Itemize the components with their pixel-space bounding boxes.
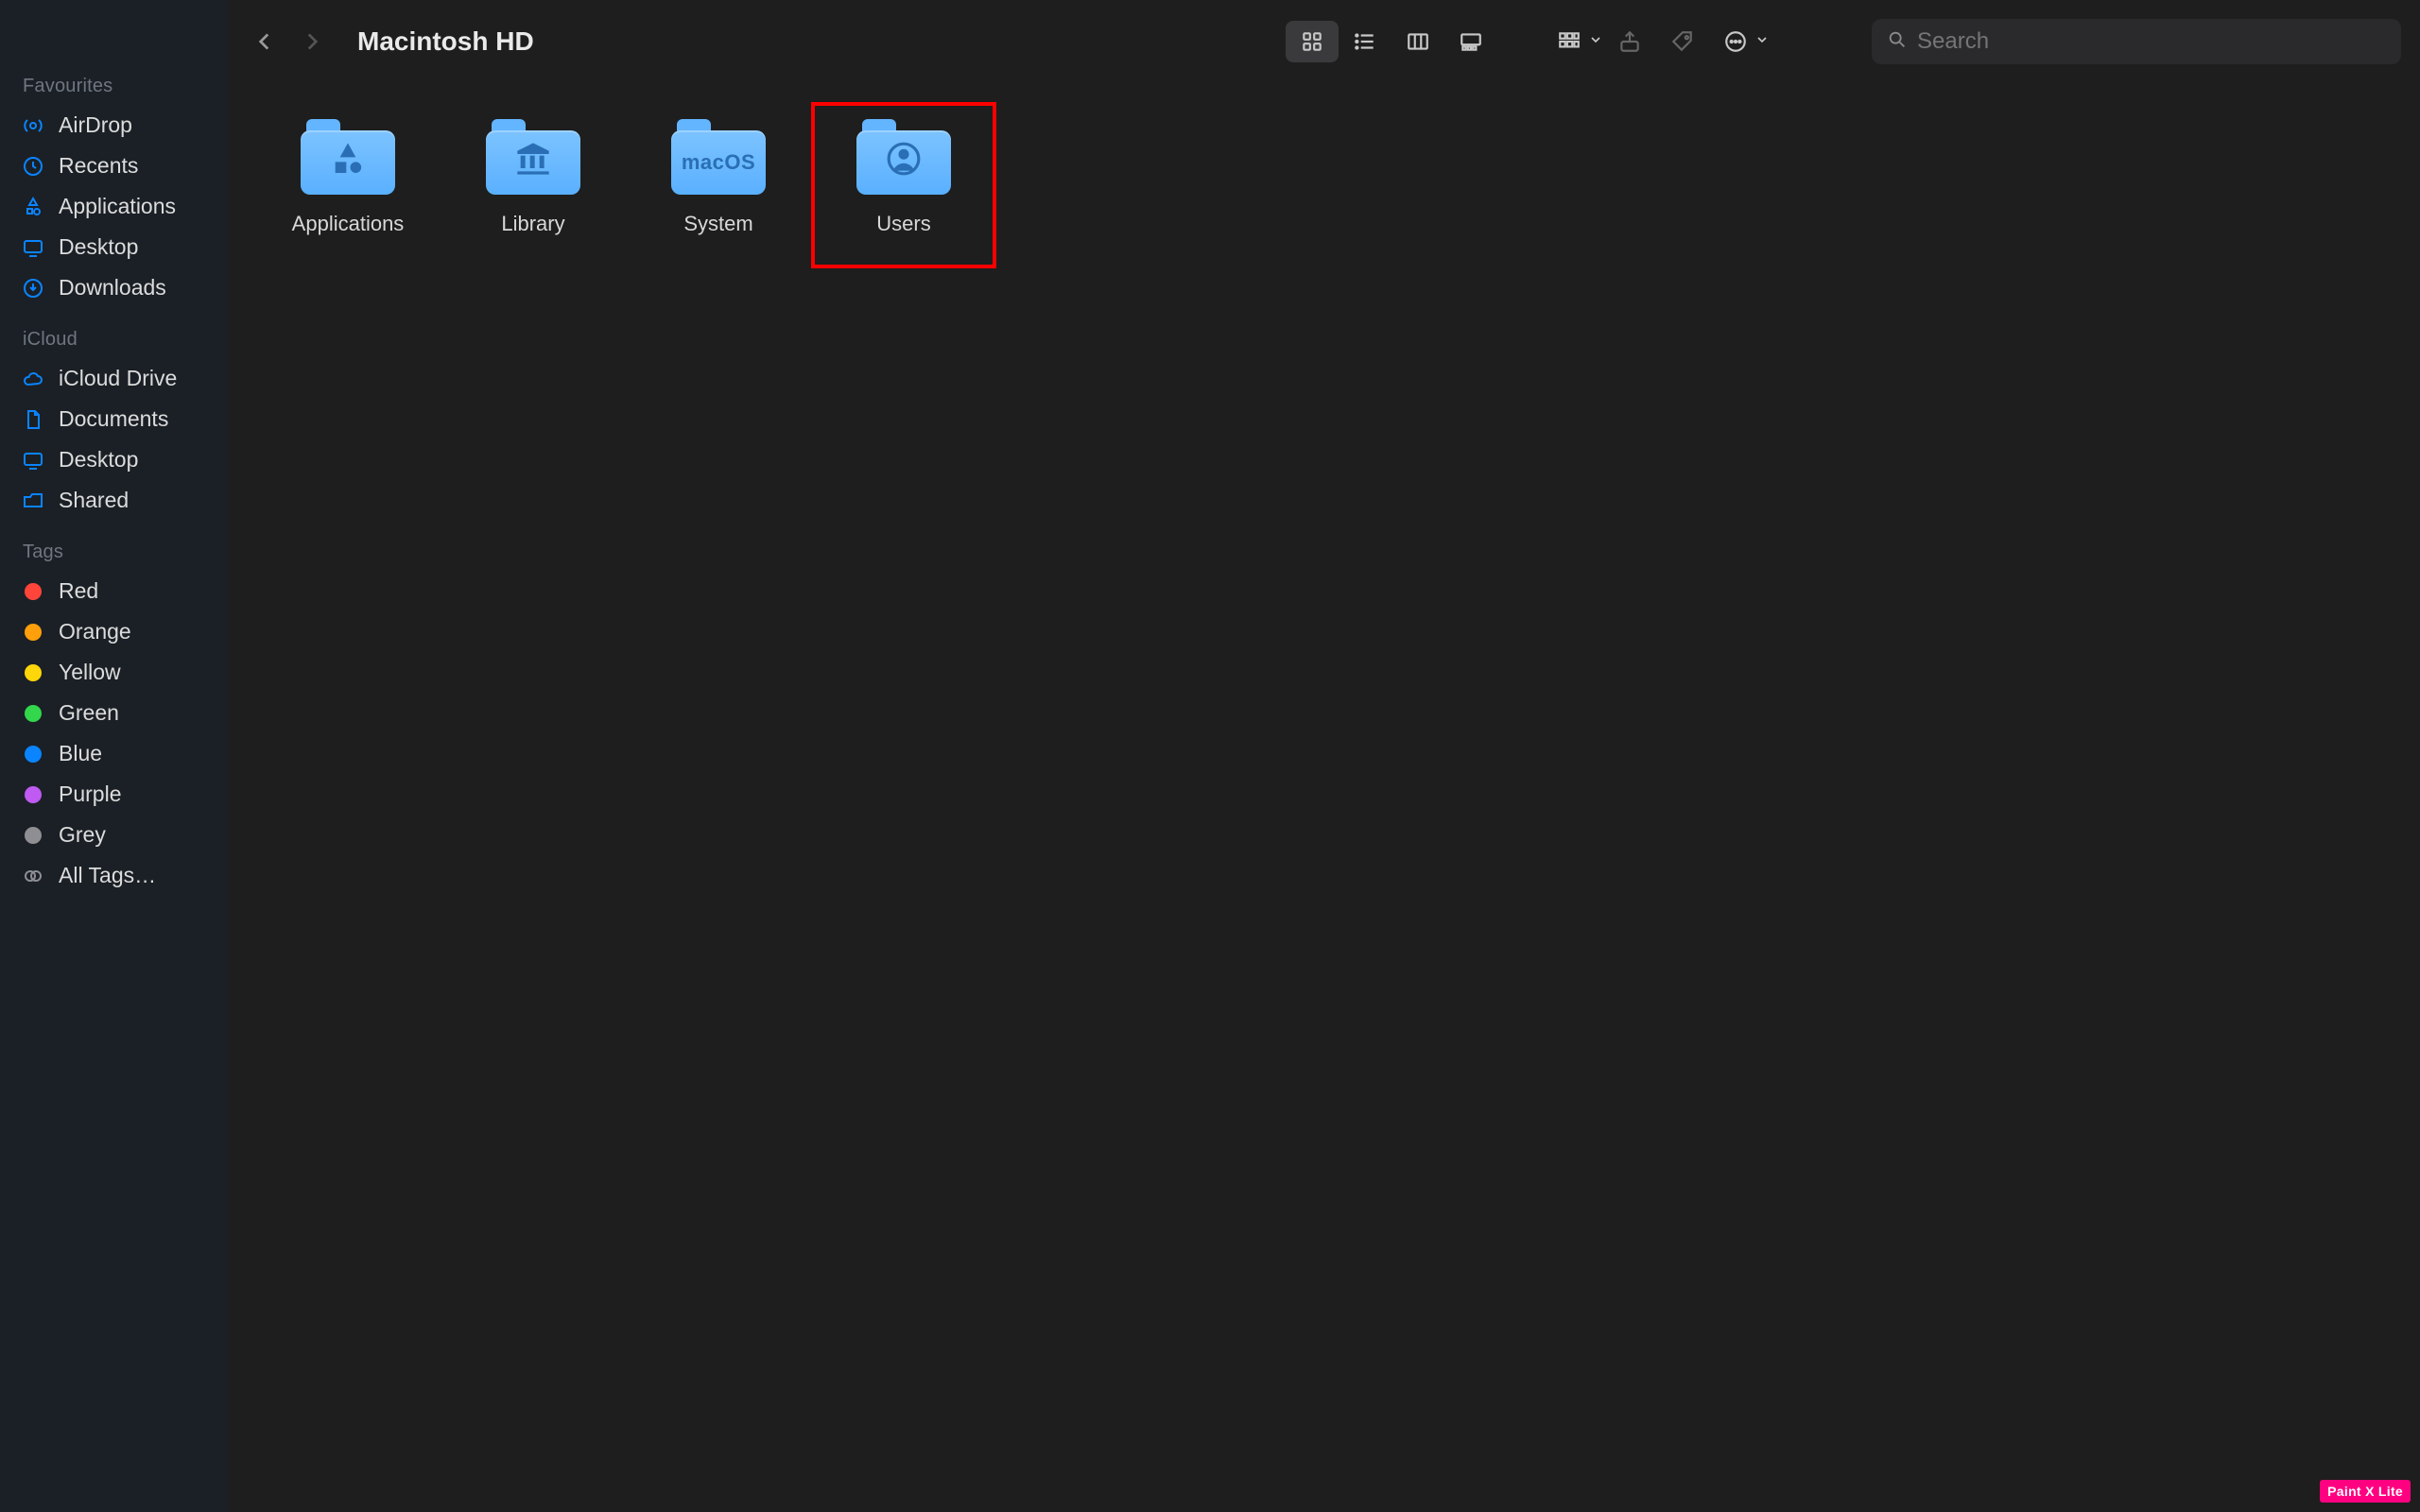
sidebar-section-tags-title: Tags (23, 541, 217, 563)
watermark-badge: Paint X Lite (2320, 1480, 2411, 1503)
sidebar-item-label: iCloud Drive (59, 366, 177, 391)
view-mode-group (1286, 21, 1497, 62)
sidebar-item-recents[interactable]: Recents (9, 146, 217, 186)
chevron-down-icon (1754, 32, 1770, 52)
sidebar-item-downloads[interactable]: Downloads (9, 267, 217, 308)
download-icon (21, 276, 45, 301)
search-input[interactable] (1917, 28, 2386, 55)
folder-label: Library (501, 212, 564, 236)
sidebar-section-favourites-title: Favourites (23, 76, 217, 97)
applications-icon (21, 195, 45, 219)
tag-dot-icon (21, 579, 45, 604)
sidebar-item-label: Purple (59, 782, 121, 807)
user-glyph-icon (886, 141, 922, 184)
sidebar-item-label: All Tags… (59, 863, 156, 888)
nav-forward-button[interactable] (293, 23, 331, 60)
icon-grid: Applications Library macOS System (255, 102, 2392, 268)
folder-icon: macOS (671, 119, 766, 195)
airdrop-icon (21, 113, 45, 138)
sidebar-tag-orange[interactable]: Orange (9, 611, 217, 652)
sidebar-tag-yellow[interactable]: Yellow (9, 652, 217, 693)
window-title: Macintosh HD (357, 26, 534, 57)
sidebar-item-label: Shared (59, 488, 129, 513)
alltags-icon (21, 864, 45, 888)
sidebar-item-label: Documents (59, 406, 168, 432)
toolbar-actions-group (1543, 21, 1770, 62)
sidebar-tag-red[interactable]: Red (9, 571, 217, 611)
folder-label: Applications (292, 212, 405, 236)
cloud-icon (21, 367, 45, 391)
sidebar-item-icloud-drive[interactable]: iCloud Drive (9, 358, 217, 399)
folder-label: Users (876, 212, 930, 236)
sidebar-item-label: Yellow (59, 660, 121, 685)
sidebar-item-applications[interactable]: Applications (9, 186, 217, 227)
desktop-icon (21, 448, 45, 472)
clock-icon (21, 154, 45, 179)
tag-dot-icon (21, 782, 45, 807)
sidebar-item-label: Red (59, 578, 98, 604)
sidebar-item-label: Recents (59, 153, 138, 179)
view-list-button[interactable] (1339, 21, 1392, 62)
folder-icon (486, 119, 580, 195)
sidebar: Favourites AirDrop Recents Applications … (0, 0, 227, 1512)
sidebar-all-tags[interactable]: All Tags… (9, 855, 217, 896)
folder-applications[interactable]: Applications (255, 102, 441, 268)
sidebar-item-label: AirDrop (59, 112, 132, 138)
sidebar-tag-blue[interactable]: Blue (9, 733, 217, 774)
tag-dot-icon (21, 823, 45, 848)
sidebar-tag-purple[interactable]: Purple (9, 774, 217, 815)
sidebar-item-documents[interactable]: Documents (9, 399, 217, 439)
folder-library[interactable]: Library (441, 102, 626, 268)
sidebar-item-label: Downloads (59, 275, 166, 301)
view-icon-button[interactable] (1286, 21, 1339, 62)
main-content: Macintosh HD (227, 0, 2420, 1512)
sidebar-item-shared[interactable]: Shared (9, 480, 217, 521)
sidebar-item-label: Desktop (59, 234, 138, 260)
search-field[interactable] (1872, 19, 2401, 64)
toolbar: Macintosh HD (227, 0, 2420, 83)
folder-system[interactable]: macOS System (626, 102, 811, 268)
folder-content-area[interactable]: Applications Library macOS System (227, 83, 2420, 1512)
document-icon (21, 407, 45, 432)
tags-button[interactable] (1656, 21, 1709, 62)
tag-dot-icon (21, 661, 45, 685)
sidebar-item-label: Blue (59, 741, 102, 766)
folder-icon (301, 119, 395, 195)
sidebar-item-desktop[interactable]: Desktop (9, 227, 217, 267)
folder-label: System (683, 212, 752, 236)
system-glyph-text: macOS (682, 150, 755, 175)
tag-dot-icon (21, 742, 45, 766)
tag-dot-icon (21, 701, 45, 726)
folder-users[interactable]: Users (811, 102, 996, 268)
folder-icon (856, 119, 951, 195)
shared-folder-icon (21, 489, 45, 513)
sidebar-item-airdrop[interactable]: AirDrop (9, 105, 217, 146)
view-gallery-button[interactable] (1444, 21, 1497, 62)
chevron-down-icon (1588, 32, 1603, 52)
nav-back-button[interactable] (246, 23, 284, 60)
sidebar-tag-grey[interactable]: Grey (9, 815, 217, 855)
library-glyph-icon (514, 140, 552, 185)
sidebar-item-label: Green (59, 700, 119, 726)
apps-glyph-icon (329, 140, 367, 185)
sidebar-item-label: Grey (59, 822, 106, 848)
sidebar-section-icloud-title: iCloud (23, 329, 217, 351)
search-icon (1887, 29, 1908, 55)
sidebar-item-label: Orange (59, 619, 131, 644)
sidebar-tag-green[interactable]: Green (9, 693, 217, 733)
tag-dot-icon (21, 620, 45, 644)
sidebar-item-label: Applications (59, 194, 176, 219)
view-column-button[interactable] (1392, 21, 1444, 62)
share-button[interactable] (1603, 21, 1656, 62)
sidebar-item-label: Desktop (59, 447, 138, 472)
desktop-icon (21, 235, 45, 260)
sidebar-item-desktop-icloud[interactable]: Desktop (9, 439, 217, 480)
